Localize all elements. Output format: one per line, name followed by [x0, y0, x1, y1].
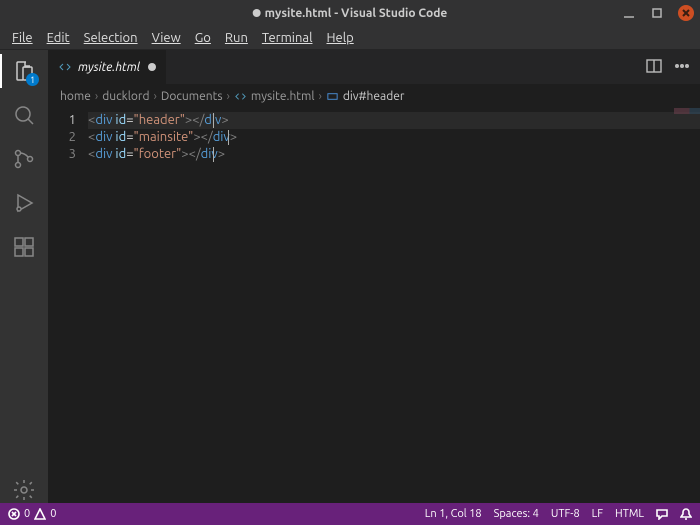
- chevron-right-icon: ›: [153, 90, 156, 103]
- workbench: 1 mysite.html: [0, 50, 700, 503]
- warning-icon: [34, 508, 46, 520]
- status-feedback-icon[interactable]: [656, 508, 668, 520]
- status-bell-icon[interactable]: [680, 508, 692, 520]
- more-actions-button[interactable]: [674, 58, 690, 77]
- code-editor[interactable]: 1 2 3 <div id="header"></div> <div id="m…: [48, 108, 700, 503]
- menu-run[interactable]: Run: [219, 29, 254, 47]
- activity-settings-icon[interactable]: [11, 477, 37, 503]
- menu-edit[interactable]: Edit: [41, 29, 76, 47]
- status-cursor-pos[interactable]: Ln 1, Col 18: [425, 508, 482, 520]
- code-line: <div id="mainsite"></div>: [88, 129, 700, 146]
- code-line: <div id="header"></div>: [88, 112, 700, 129]
- menu-file[interactable]: File: [6, 29, 39, 47]
- menu-help[interactable]: Help: [320, 29, 359, 47]
- maximize-button[interactable]: [650, 6, 664, 20]
- window-title: mysite.html - Visual Studio Code: [265, 7, 448, 20]
- line-number: 2: [48, 129, 76, 146]
- status-error-count: 0: [24, 508, 30, 520]
- menu-view[interactable]: View: [146, 29, 187, 47]
- line-number-gutter: 1 2 3: [48, 108, 88, 503]
- html-file-icon: [58, 60, 72, 74]
- breadcrumb-seg-file[interactable]: mysite.html: [251, 90, 315, 103]
- menu-selection[interactable]: Selection: [78, 29, 144, 47]
- symbol-field-icon: [326, 90, 339, 103]
- breadcrumb-seg-home[interactable]: home: [60, 90, 91, 103]
- split-editor-button[interactable]: [646, 58, 662, 77]
- status-bar: 0 0 Ln 1, Col 18 Spaces: 4 UTF-8 LF HTML: [0, 503, 700, 525]
- editor-group: mysite.html home › ducklord › Documents …: [48, 50, 700, 503]
- tab-dirty-icon: [148, 63, 156, 71]
- code-text-area[interactable]: <div id="header"></div> <div id="mainsit…: [88, 108, 700, 503]
- status-problems[interactable]: 0 0: [8, 508, 56, 520]
- cursor-caret: [213, 113, 214, 128]
- code-line: <div id="footer"></div>: [88, 146, 700, 163]
- activity-bar: 1: [0, 50, 48, 503]
- tab-mysite[interactable]: mysite.html: [48, 50, 167, 84]
- menu-go[interactable]: Go: [189, 29, 217, 47]
- dirty-dot-icon: [253, 9, 261, 17]
- status-eol[interactable]: LF: [592, 508, 603, 520]
- cursor-caret: [213, 147, 214, 162]
- activity-run-icon[interactable]: [11, 190, 37, 216]
- title-bar: mysite.html - Visual Studio Code: [0, 0, 700, 26]
- chevron-right-icon: ›: [319, 90, 322, 103]
- error-icon: [8, 508, 20, 520]
- tab-label: mysite.html: [78, 61, 140, 74]
- menu-bar: File Edit Selection View Go Run Terminal…: [0, 26, 700, 50]
- activity-extensions-icon[interactable]: [11, 234, 37, 260]
- minimize-button[interactable]: [622, 6, 636, 20]
- status-indent[interactable]: Spaces: 4: [494, 508, 539, 520]
- status-warning-count: 0: [50, 508, 56, 520]
- breadcrumb-seg-symbol[interactable]: div#header: [343, 90, 405, 103]
- status-encoding[interactable]: UTF-8: [551, 508, 580, 520]
- breadcrumb-seg-user[interactable]: ducklord: [102, 90, 149, 103]
- line-number: 1: [48, 112, 76, 129]
- tab-bar: mysite.html: [48, 50, 700, 84]
- chevron-right-icon: ›: [227, 90, 230, 103]
- activity-search-icon[interactable]: [11, 102, 37, 128]
- breadcrumb[interactable]: home › ducklord › Documents › mysite.htm…: [48, 84, 700, 108]
- line-number: 3: [48, 146, 76, 163]
- status-language[interactable]: HTML: [615, 508, 644, 520]
- minimap[interactable]: [674, 108, 700, 114]
- activity-explorer-icon[interactable]: 1: [11, 58, 37, 84]
- breadcrumb-seg-documents[interactable]: Documents: [161, 90, 223, 103]
- activity-scm-icon[interactable]: [11, 146, 37, 172]
- html-file-icon: [234, 90, 247, 103]
- menu-terminal[interactable]: Terminal: [256, 29, 319, 47]
- close-button[interactable]: [678, 5, 694, 21]
- cursor-caret: [228, 130, 229, 145]
- chevron-right-icon: ›: [95, 90, 98, 103]
- explorer-badge: 1: [26, 73, 39, 86]
